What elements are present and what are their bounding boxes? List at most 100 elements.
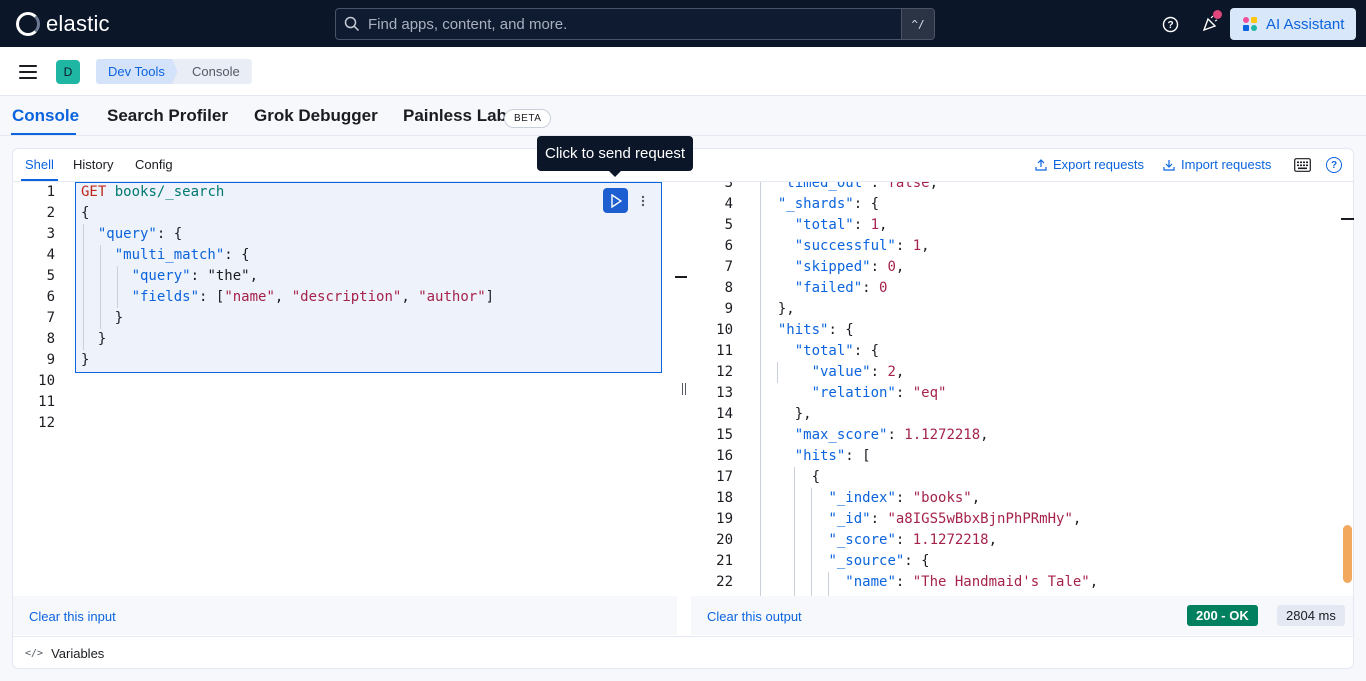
json-key: "query" xyxy=(131,268,191,284)
devtools-tabs: Console Search Profiler Grok Debugger Pa… xyxy=(0,96,1366,136)
json-value: false xyxy=(887,182,930,191)
console-help-icon[interactable]: ? xyxy=(1326,157,1342,173)
json-key: "multi_match" xyxy=(114,247,225,263)
beta-badge: BETA xyxy=(504,109,552,128)
subtab-shell[interactable]: Shell xyxy=(25,157,54,172)
elastic-logo-icon xyxy=(16,12,40,36)
http-verb: GET xyxy=(81,184,107,200)
line-number: 3 xyxy=(724,182,733,191)
line-number: 7 xyxy=(724,259,733,275)
output-scrollbar-thumb[interactable] xyxy=(1343,525,1352,583)
line-number: 2 xyxy=(46,205,55,221)
clear-input-link[interactable]: Clear this input xyxy=(29,609,116,624)
search-shortcut-badge: ^/ xyxy=(901,9,934,39)
brand-name: elastic xyxy=(46,11,110,36)
news-feed-icon[interactable] xyxy=(1200,10,1222,34)
import-requests-link[interactable]: Import requests xyxy=(1163,157,1271,172)
line-number: 4 xyxy=(724,196,733,212)
output-gutter: 3 4 5 6 7 8 9 10 11 12 13 14 15 16 17 18… xyxy=(691,182,746,593)
import-icon xyxy=(1163,159,1175,171)
code-line: "max_score": 1.1272218, xyxy=(794,427,989,443)
code-line: "name": "The Handmaid's Tale", xyxy=(845,574,1099,590)
json-value: 1 xyxy=(912,238,922,254)
line-number: 16 xyxy=(716,448,733,464)
line-number: 12 xyxy=(38,415,55,431)
json-key: "max_score" xyxy=(794,427,888,443)
subtab-history[interactable]: History xyxy=(73,157,113,172)
clear-output-link[interactable]: Clear this output xyxy=(707,609,802,624)
code-line: "_id": "a8IGS5wBbxBjnPhPRmHy", xyxy=(828,511,1082,527)
request-editor[interactable]: 1 2 3 4 5 6 7 8 9 10 11 12 GET books/_se… xyxy=(13,182,687,596)
code-line: "_shards": { xyxy=(777,196,880,212)
export-icon xyxy=(1035,158,1047,171)
code-line: { xyxy=(81,205,90,221)
json-key: "fields" xyxy=(131,289,200,305)
response-output[interactable]: 3 4 5 6 7 8 9 10 11 12 13 14 15 16 17 18… xyxy=(691,182,1339,596)
line-number: 10 xyxy=(38,373,55,389)
variables-label: Variables xyxy=(51,645,105,661)
line-number: 1 xyxy=(46,184,55,200)
code-line: "failed": 0 xyxy=(794,280,888,296)
console-panel: Shell History Config Export requests Imp… xyxy=(12,148,1354,669)
json-key: "total" xyxy=(794,343,854,359)
json-value: "The Handmaid's Tale" xyxy=(912,574,1090,590)
json-key: "skipped" xyxy=(794,259,871,275)
ai-assistant-button[interactable]: AI Assistant xyxy=(1230,8,1356,40)
search-input[interactable] xyxy=(368,15,888,33)
tab-search-profiler[interactable]: Search Profiler xyxy=(107,106,228,126)
breadcrumb-dev-tools[interactable]: Dev Tools xyxy=(96,59,179,84)
tab-grok-debugger[interactable]: Grok Debugger xyxy=(254,106,378,126)
keyboard-shortcuts-icon[interactable] xyxy=(1294,158,1311,172)
help-icon[interactable]: ? xyxy=(1160,14,1180,34)
panel-resizer[interactable] xyxy=(677,182,691,596)
json-key: "name" xyxy=(845,574,896,590)
response-code: "timed_out": false, "_shards": { "total"… xyxy=(761,182,1098,593)
space-avatar[interactable]: D xyxy=(56,60,80,84)
code-line: "_score": 1.1272218, xyxy=(828,532,998,548)
request-code: GET books/_search { "query": { "multi_ma… xyxy=(81,182,494,371)
code-line: "multi_match": { xyxy=(114,247,250,263)
resizer-grip-icon xyxy=(682,383,686,395)
code-line: "value": 2, xyxy=(811,364,905,380)
line-number: 11 xyxy=(716,343,733,359)
line-number: 21 xyxy=(716,553,733,569)
line-number: 6 xyxy=(46,289,55,305)
line-number: 6 xyxy=(724,238,733,254)
line-number: 22 xyxy=(716,574,733,590)
code-line: }, xyxy=(761,406,812,422)
tab-console[interactable]: Console xyxy=(12,106,79,126)
json-value: 0 xyxy=(887,259,896,275)
send-request-tooltip: Click to send request xyxy=(537,136,694,171)
json-key: "successful" xyxy=(794,238,896,254)
code-line: } xyxy=(81,331,107,347)
global-search[interactable]: ^/ xyxy=(335,8,935,40)
line-number: 19 xyxy=(716,511,733,527)
subtab-config[interactable]: Config xyxy=(135,157,173,172)
line-number: 9 xyxy=(724,301,733,317)
code-icon: </> xyxy=(25,647,44,659)
json-value: 1 xyxy=(870,217,880,233)
menu-toggle-icon[interactable] xyxy=(19,65,37,79)
json-key: "failed" xyxy=(794,280,863,296)
request-path: books/_search xyxy=(114,184,225,200)
import-requests-label: Import requests xyxy=(1181,157,1272,172)
tab-painless-lab[interactable]: Painless Lab xyxy=(403,106,507,126)
json-key: "hits" xyxy=(777,322,829,338)
export-requests-link[interactable]: Export requests xyxy=(1035,157,1144,172)
line-number: 15 xyxy=(716,427,733,443)
json-key: "query" xyxy=(97,226,157,242)
json-value: 0 xyxy=(879,280,888,296)
code-line: "total": 1, xyxy=(794,217,888,233)
json-value: "the" xyxy=(207,268,250,284)
breadcrumb-bar: D Dev Tools Console xyxy=(0,47,1366,96)
variables-bar[interactable]: </> Variables xyxy=(13,636,1353,669)
code-line: }, xyxy=(761,301,795,317)
ai-assistant-label: AI Assistant xyxy=(1266,15,1345,33)
elastic-logo[interactable]: elastic xyxy=(16,11,110,37)
send-request-button[interactable] xyxy=(603,188,628,213)
line-number: 9 xyxy=(46,352,55,368)
json-key: "_source" xyxy=(828,553,905,569)
request-actions-menu-icon[interactable] xyxy=(635,188,651,213)
code-line: "hits": [ xyxy=(794,448,871,464)
active-subtab-indicator xyxy=(21,179,58,181)
